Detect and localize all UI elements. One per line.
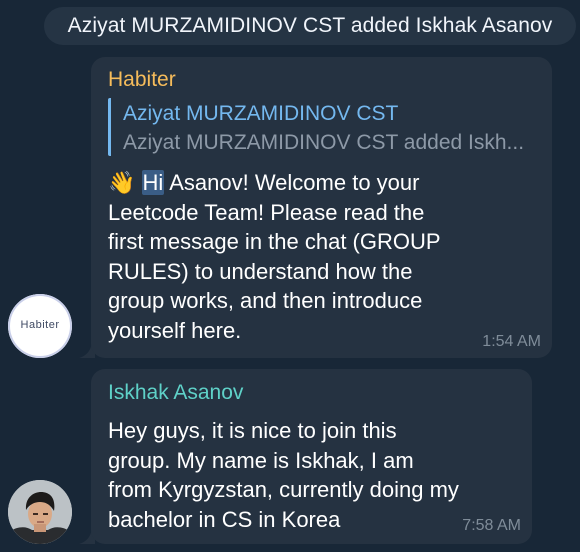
user-photo-icon	[8, 480, 72, 544]
reply-author: Aziyat MURZAMIDINOV CST	[123, 102, 399, 125]
highlighted-word: Hi	[141, 170, 165, 195]
chat-window: Aziyat MURZAMIDINOV CST added Iskhak Asa…	[0, 0, 580, 552]
waving-hand-icon: 👋	[108, 170, 136, 195]
iskhak-avatar[interactable]	[8, 480, 72, 544]
service-message: Aziyat MURZAMIDINOV CST added Iskhak Asa…	[44, 7, 576, 45]
habiter-avatar[interactable]: Habiter	[8, 294, 72, 358]
reply-snippet: Aziyat MURZAMIDINOV CST added Iskh...	[123, 131, 525, 154]
message-text: 👋 Hi Asanov! Welcome to your Leetcode Te…	[108, 168, 538, 345]
message-body: Asanov! Welcome to your Leetcode Team! P…	[108, 170, 441, 343]
reply-preview[interactable]: Aziyat MURZAMIDINOV CST Aziyat MURZAMIDI…	[108, 98, 544, 156]
habiter-avatar-label: Habiter	[20, 319, 60, 331]
message-bubble-iskhak[interactable]: Iskhak Asanov Hey guys, it is nice to jo…	[91, 369, 532, 544]
sender-name[interactable]: Habiter	[108, 68, 176, 92]
sender-name[interactable]: Iskhak Asanov	[108, 381, 243, 405]
message-timestamp: 7:58 AM	[462, 517, 521, 534]
message-bubble-habiter[interactable]: Habiter Aziyat MURZAMIDINOV CST Aziyat M…	[91, 57, 552, 358]
message-timestamp: 1:54 AM	[482, 333, 541, 350]
